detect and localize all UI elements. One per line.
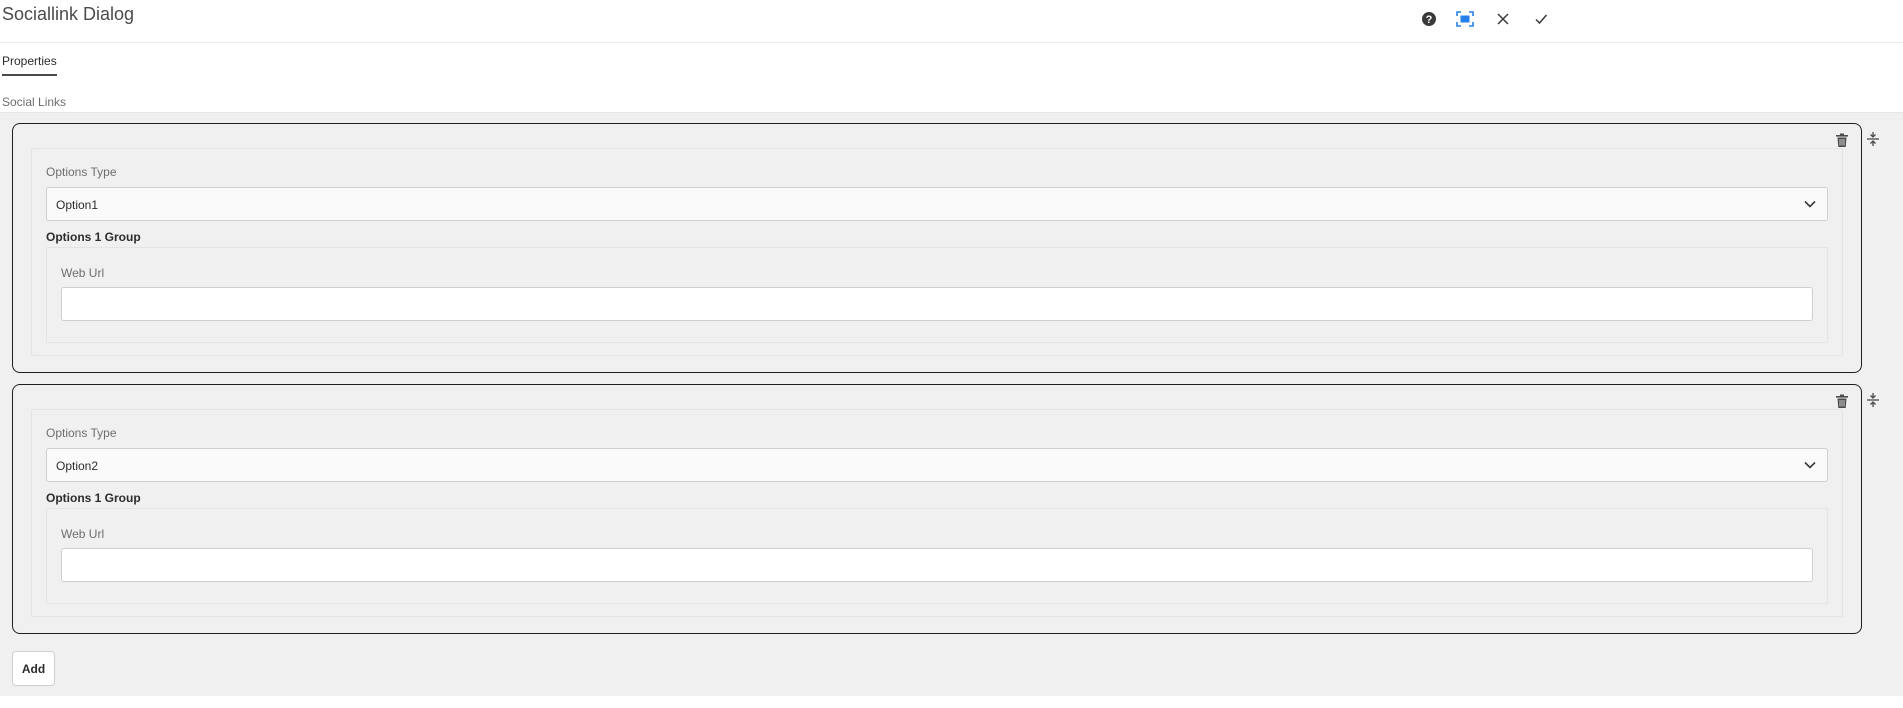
web-url-label: Web Url (61, 527, 105, 541)
item-fieldset: Options Type Option1 Options 1 Group Web… (31, 148, 1843, 356)
done-button[interactable] (1528, 6, 1554, 32)
options-group: Web Url (46, 247, 1828, 343)
options-group: Web Url (46, 508, 1828, 604)
reorder-handle[interactable] (1866, 392, 1880, 413)
options-type-value: Option2 (56, 459, 99, 473)
options-type-value: Option1 (56, 198, 99, 212)
reorder-handle[interactable] (1866, 131, 1880, 152)
tab-properties[interactable]: Properties (2, 54, 57, 76)
cancel-button[interactable] (1490, 6, 1516, 32)
fullscreen-icon (1456, 11, 1474, 27)
help-button[interactable]: ? (1416, 6, 1442, 32)
options-type-select[interactable]: Option1 (46, 187, 1828, 221)
drag-reorder-icon (1866, 393, 1880, 412)
dialog-header: Sociallink Dialog ? (0, 0, 1903, 43)
social-links-multifield: Options Type Option1 Options 1 Group Web… (0, 112, 1903, 696)
social-links-label: Social Links (2, 95, 67, 109)
web-url-label: Web Url (61, 266, 105, 280)
fullscreen-button[interactable] (1452, 6, 1478, 32)
help-icon: ? (1421, 11, 1437, 27)
options-group-label: Options 1 Group (46, 230, 141, 244)
dialog-title: Sociallink Dialog (2, 4, 135, 24)
web-url-input[interactable] (61, 287, 1813, 321)
chevron-down-icon (1803, 458, 1817, 477)
options-group-label: Options 1 Group (46, 491, 141, 505)
web-url-input[interactable] (61, 548, 1813, 582)
item-fieldset: Options Type Option2 Options 1 Group Web… (31, 409, 1843, 617)
options-type-label: Options Type (46, 426, 117, 440)
options-type-label: Options Type (46, 165, 117, 179)
add-button[interactable]: Add (12, 651, 55, 686)
social-link-item: Options Type Option1 Options 1 Group Web… (12, 123, 1862, 373)
svg-text:?: ? (1426, 14, 1433, 26)
drag-reorder-icon (1866, 132, 1880, 151)
options-type-select[interactable]: Option2 (46, 448, 1828, 482)
close-icon (1496, 12, 1510, 26)
chevron-down-icon (1803, 197, 1817, 216)
checkmark-icon (1534, 12, 1548, 26)
social-link-item: Options Type Option2 Options 1 Group Web… (12, 384, 1862, 634)
